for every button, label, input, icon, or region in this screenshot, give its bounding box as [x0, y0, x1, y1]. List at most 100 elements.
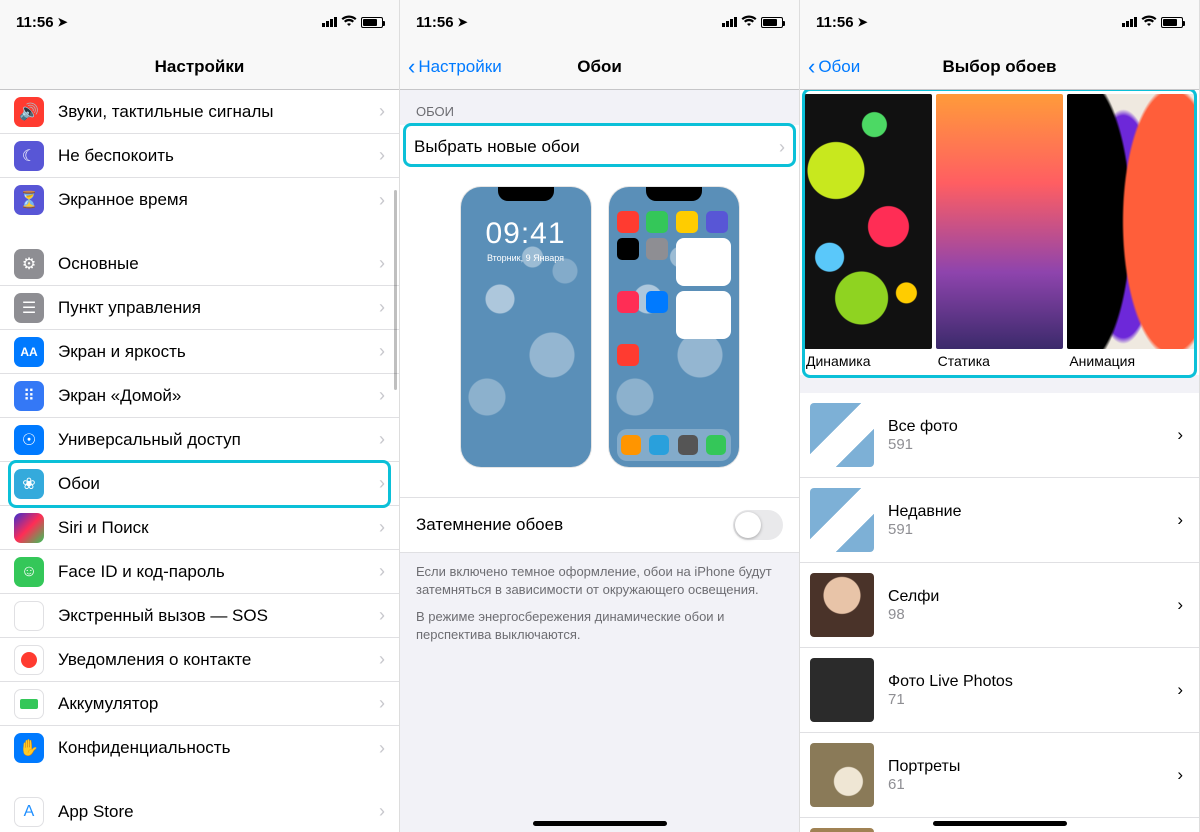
lockscreen-preview[interactable]: 09:41 Вторник, 9 Января [461, 187, 591, 467]
row-label: Siri и Поиск [58, 518, 379, 538]
page-title: Настройки [0, 57, 399, 77]
settings-row-faceid[interactable]: ☺Face ID и код-пароль› [0, 550, 399, 594]
settings-row-battery[interactable]: Аккумулятор› [0, 682, 399, 726]
footer-note-1: Если включено темное оформление, обои на… [400, 553, 799, 608]
wallpaper-category-Статика[interactable]: Статика [936, 94, 1064, 371]
row-label: Экранное время [58, 190, 379, 210]
wallpaper-category-Анимация[interactable]: Анимация [1067, 94, 1195, 371]
toggles-icon: ☰ [14, 293, 44, 323]
exposure-icon [14, 645, 44, 675]
cell-signal-icon [322, 17, 337, 27]
status-bar: 11:56 ➤ [0, 0, 399, 44]
album-count: 71 [888, 691, 1163, 708]
wallpaper-screen: 11:56 ➤ ‹ Настройки Обои ОБОИ Выбрать но… [400, 0, 800, 832]
back-button[interactable]: ‹ Настройки [400, 54, 502, 80]
battery-icon [14, 689, 44, 719]
wallpaper-thumbnail [1067, 94, 1195, 349]
chevron-right-icon: › [379, 473, 385, 494]
choose-wallpaper-content[interactable]: ДинамикаСтатикаАнимация Все фото591›Неда… [800, 90, 1199, 832]
settings-row-appstore[interactable]: AApp Store› [0, 790, 399, 832]
battery-icon [361, 17, 383, 28]
home-indicator[interactable] [533, 821, 667, 826]
row-label: Экран и яркость [58, 342, 379, 362]
privacy-icon: ✋ [14, 733, 44, 763]
chevron-right-icon: › [379, 561, 385, 582]
row-label: Экран «Домой» [58, 386, 379, 406]
footer-note-2: В режиме энергосбережения динамические о… [400, 608, 799, 653]
nav-header: Настройки [0, 44, 399, 90]
album-title: Недавние [888, 503, 1163, 521]
hourglass-icon: ⏳ [14, 185, 44, 215]
settings-row-hourglass[interactable]: ⏳ Экранное время› [0, 178, 399, 222]
row-label: Аккумулятор [58, 694, 379, 714]
scrollbar[interactable] [394, 190, 397, 390]
settings-row-gear[interactable]: ⚙Основные› [0, 242, 399, 286]
row-label: Универсальный доступ [58, 430, 379, 450]
home-grid-icon: ⠿ [14, 381, 44, 411]
settings-row-privacy[interactable]: ✋Конфиденциальность› [0, 726, 399, 770]
chevron-right-icon: › [379, 385, 385, 406]
album-thumbnail [810, 573, 874, 637]
photo-albums-list: Все фото591›Недавние591›Селфи98›Фото Liv… [800, 393, 1199, 832]
home-indicator[interactable] [933, 821, 1067, 826]
album-count: 98 [888, 606, 1163, 623]
album-thumbnail [810, 658, 874, 722]
settings-row-exposure[interactable]: Уведомления о контакте› [0, 638, 399, 682]
toggle-label: Затемнение обоев [416, 515, 563, 535]
settings-list[interactable]: 🔊Звуки, тактильные сигналы›☾Не беспокоит… [0, 90, 399, 832]
status-time: 11:56 [416, 14, 454, 31]
moon-icon: ☾ [14, 141, 44, 171]
volume-icon: 🔊 [14, 97, 44, 127]
settings-row-siri[interactable]: Siri и Поиск› [0, 506, 399, 550]
chevron-right-icon: › [379, 253, 385, 274]
back-label: Настройки [418, 57, 501, 77]
album-row-Селфи[interactable]: Селфи98› [800, 563, 1199, 648]
homescreen-preview[interactable] [609, 187, 739, 467]
row-label: Выбрать новые обои [414, 137, 779, 157]
album-row-Недавние[interactable]: Недавние591› [800, 478, 1199, 563]
category-label: Анимация [1067, 349, 1195, 371]
chevron-right-icon: › [1177, 425, 1183, 445]
status-bar: 11:56 ➤ [800, 0, 1199, 44]
settings-row-volume[interactable]: 🔊Звуки, тактильные сигналы› [0, 90, 399, 134]
chevron-right-icon: › [379, 341, 385, 362]
accessibility-icon: ☉ [14, 425, 44, 455]
dim-wallpaper-toggle[interactable] [733, 510, 783, 540]
wallpaper-category-strip: ДинамикаСтатикаАнимация [800, 90, 1199, 375]
album-count: 591 [888, 436, 1163, 453]
nav-header: ‹ Обои Выбор обоев [800, 44, 1199, 90]
choose-wallpaper-screen: 11:56 ➤ ‹ Обои Выбор обоев ДинамикаСтати… [800, 0, 1200, 832]
location-icon: ➤ [858, 15, 868, 29]
settings-row-accessibility[interactable]: ☉Универсальный доступ› [0, 418, 399, 462]
chevron-right-icon: › [379, 801, 385, 822]
text-size-icon: AA [14, 337, 44, 367]
settings-row-text-size[interactable]: AA Экран и яркость› [0, 330, 399, 374]
settings-row-home-grid[interactable]: ⠿ Экран «Домой»› [0, 374, 399, 418]
album-row-Портреты[interactable]: Портреты61› [800, 733, 1199, 818]
row-label: Экстренный вызов — SOS [58, 606, 379, 626]
back-button[interactable]: ‹ Обои [800, 54, 860, 80]
settings-row-wallpaper[interactable]: ❀Обои› [0, 462, 399, 506]
chevron-right-icon: › [379, 190, 385, 211]
category-label: Статика [936, 349, 1064, 371]
wifi-icon [341, 14, 357, 31]
faceid-icon: ☺ [14, 557, 44, 587]
wallpaper-preview-pair: 09:41 Вторник, 9 Января [400, 169, 799, 497]
row-label: Пункт управления [58, 298, 379, 318]
dim-wallpaper-row: Затемнение обоев [400, 497, 799, 553]
settings-row-moon[interactable]: ☾Не беспокоить› [0, 134, 399, 178]
album-title: Селфи [888, 588, 1163, 606]
album-row-Все фото[interactable]: Все фото591 › [800, 393, 1199, 478]
chevron-right-icon: › [1177, 510, 1183, 530]
settings-row-toggles[interactable]: ☰Пункт управления› [0, 286, 399, 330]
wallpaper-category-Динамика[interactable]: Динамика [804, 94, 932, 371]
album-title: Все фото [888, 418, 1163, 436]
album-row-Фото Live Photos[interactable]: Фото Live Photos71› [800, 648, 1199, 733]
row-label: Обои [58, 474, 379, 494]
row-label: Уведомления о контакте [58, 650, 379, 670]
album-title: Фото Live Photos [888, 673, 1163, 691]
choose-new-wallpaper-row[interactable]: Выбрать новые обои › [400, 125, 799, 169]
settings-row-sos[interactable]: SOSЭкстренный вызов — SOS› [0, 594, 399, 638]
wallpaper-thumbnail [936, 94, 1064, 349]
row-label: Конфиденциальность [58, 738, 379, 758]
